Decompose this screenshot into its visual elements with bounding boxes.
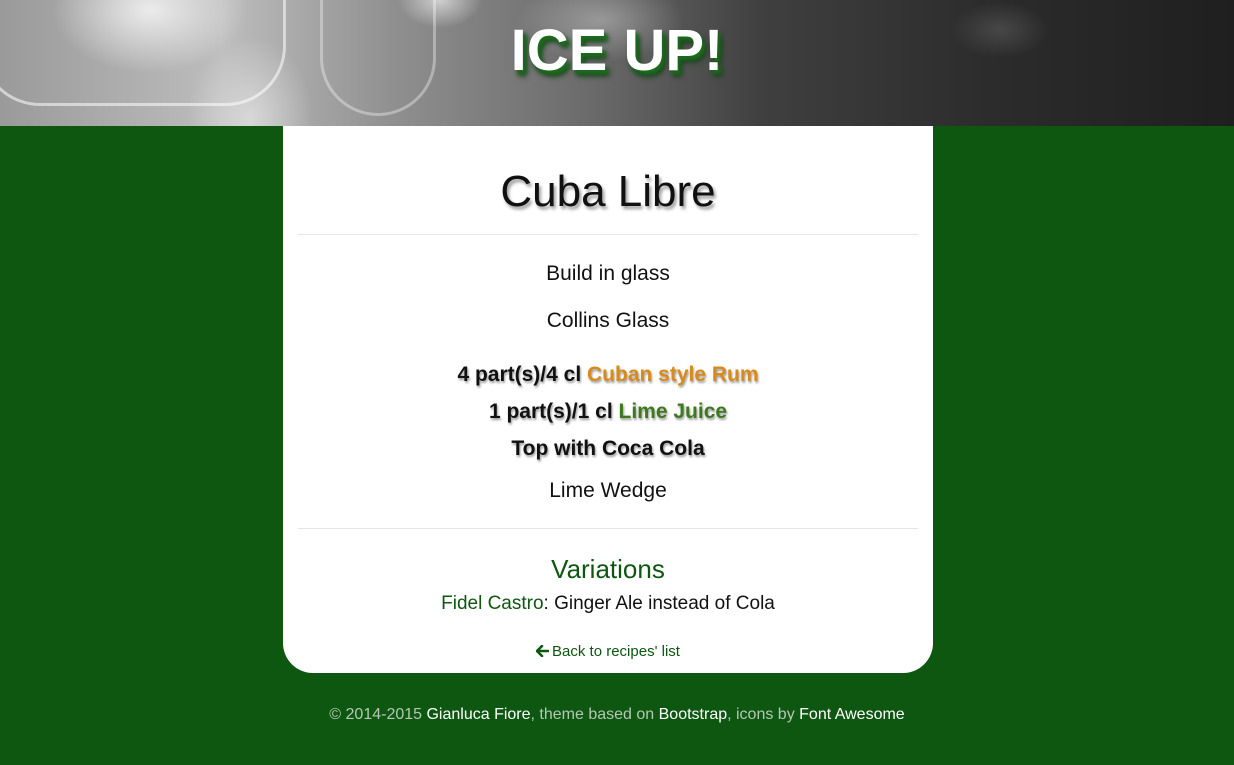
ingredient-amount: 1 part(s)/1 cl bbox=[488, 400, 613, 423]
variation-separator: : bbox=[543, 593, 549, 614]
divider bbox=[298, 234, 918, 235]
ingredient-item: 1 part(s)/1 cl Lime Juice bbox=[298, 393, 918, 430]
recipe-title: Cuba Libre bbox=[500, 167, 716, 216]
author-link[interactable]: Gianluca Fiore bbox=[426, 706, 530, 723]
footer-copyright: © 2014-2015 bbox=[329, 706, 423, 723]
ingredient-item: Top with Coca Cola bbox=[298, 430, 918, 467]
font-awesome-link[interactable]: Font Awesome bbox=[799, 706, 905, 723]
ingredient-list: 4 part(s)/4 cl Cuban style Rum 1 part(s)… bbox=[298, 356, 918, 467]
site-title[interactable]: ICE UP! bbox=[0, 18, 1234, 84]
footer-icons-text: , icons by bbox=[727, 706, 795, 723]
ingredient-amount: 4 part(s)/4 cl bbox=[457, 363, 582, 386]
recipe-method: Build in glass bbox=[546, 262, 670, 285]
variation-description: Ginger Ale instead of Cola bbox=[554, 593, 775, 614]
back-to-list-link[interactable]: Back to recipes' list bbox=[535, 643, 680, 661]
header-banner: ICE UP! bbox=[0, 0, 1234, 126]
ingredient-name: Cuban style Rum bbox=[587, 363, 759, 386]
bootstrap-link[interactable]: Bootstrap bbox=[659, 706, 727, 723]
variations-heading: Variations bbox=[551, 554, 665, 584]
variation-item: Fidel Castro: Ginger Ale instead of Cola bbox=[298, 592, 918, 616]
footer-theme-text: , theme based on bbox=[530, 706, 655, 723]
recipe-card: Cuba Libre Build in glass Collins Glass … bbox=[283, 126, 933, 673]
ingredient-amount: Top with Coca Cola bbox=[511, 437, 705, 460]
arrow-left-icon bbox=[535, 643, 550, 661]
footer: © 2014-2015 Gianluca Fiore, theme based … bbox=[0, 704, 1234, 726]
recipe-glass: Collins Glass bbox=[546, 309, 670, 332]
recipe-garnish: Lime Wedge bbox=[549, 479, 667, 502]
ingredient-item: 4 part(s)/4 cl Cuban style Rum bbox=[298, 356, 918, 393]
back-link-label: Back to recipes' list bbox=[552, 643, 680, 660]
variation-link[interactable]: Fidel Castro bbox=[441, 593, 543, 614]
ingredient-name: Lime Juice bbox=[618, 400, 728, 423]
